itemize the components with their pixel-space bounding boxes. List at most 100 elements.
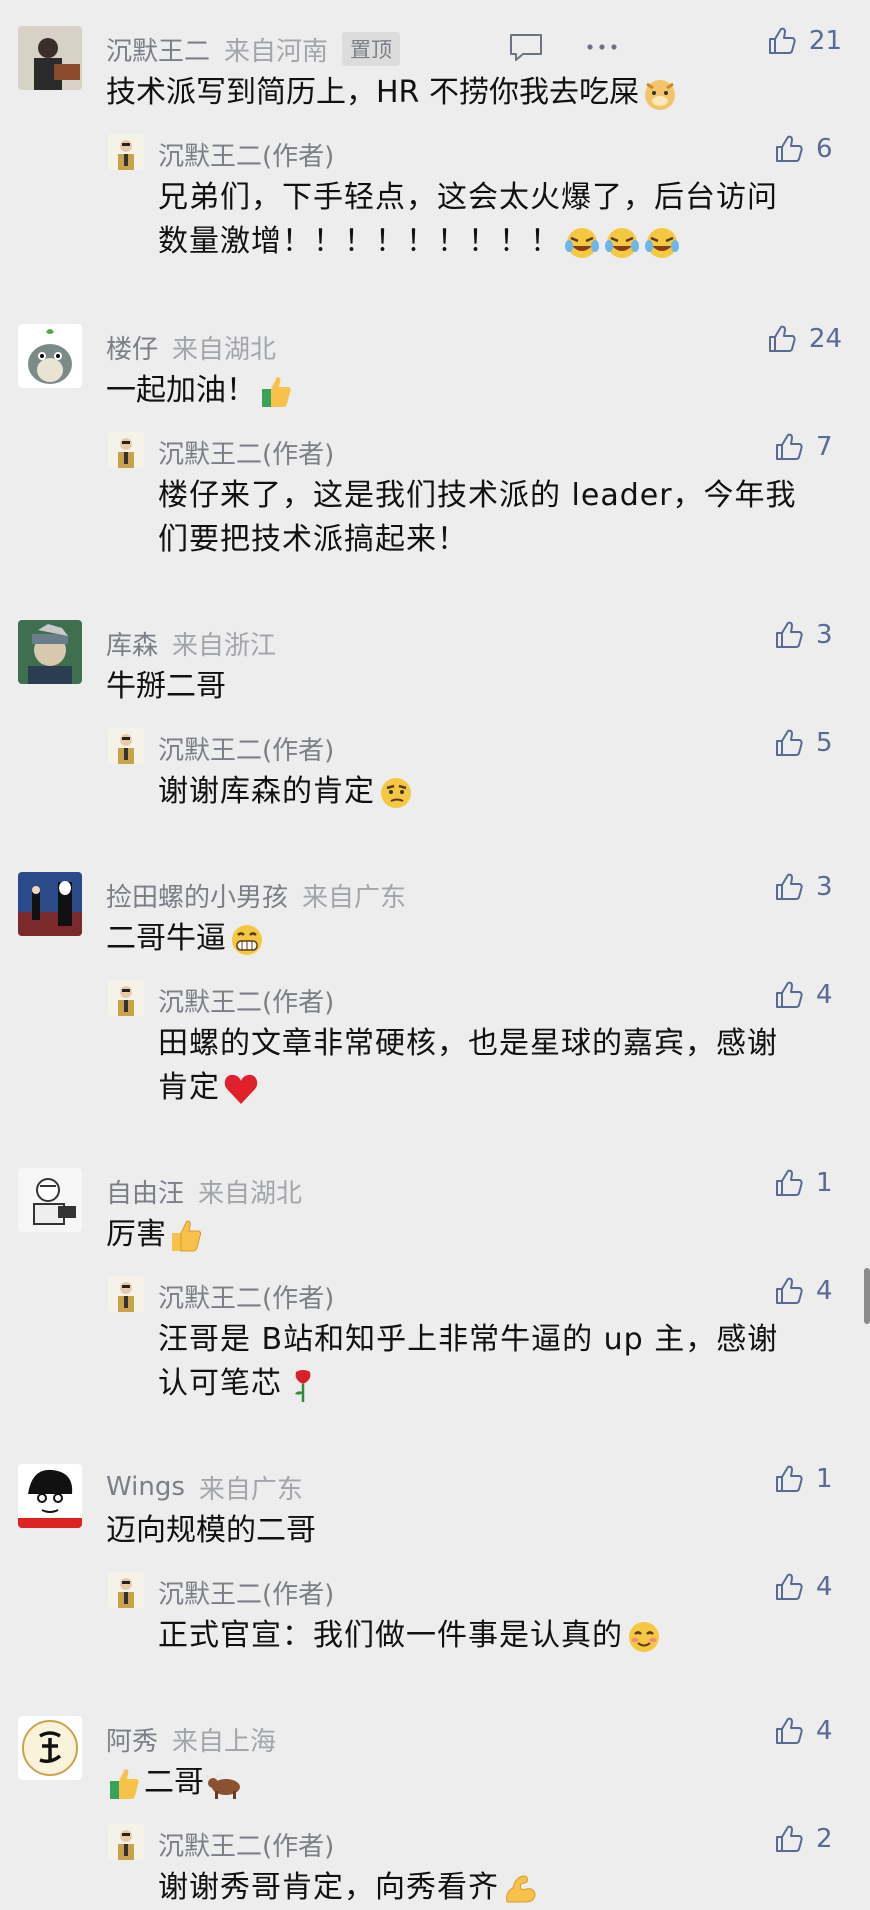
reply-text-line: 楼仔来了，这是我们技术派的 leader，今年我 <box>158 478 797 513</box>
reply-text: 兄弟们，下手轻点，这会太火爆了，后台访问 数量激增！！！！！！！！！ <box>158 176 842 264</box>
doge-emoji-icon <box>644 79 675 110</box>
like-count: 3 <box>816 872 833 902</box>
comment-text: 迈向规模的二哥 <box>106 1513 316 1548</box>
reply-text-line: 谢谢秀哥肯定，向秀看齐 <box>158 1866 842 1910</box>
reply-author-name[interactable]: 沉默王二(作者) <box>158 434 334 471</box>
reply-text: 谢谢秀哥肯定，向秀看齐 <box>158 1866 842 1910</box>
commenter-name[interactable]: 自由汪 <box>106 1173 184 1210</box>
reply-text-line: 田螺的文章非常硬核，也是星球的嘉宾，感谢 <box>158 1026 778 1061</box>
reply-text-line: 数量激增！！！！！！！！！ <box>158 220 842 264</box>
reply-like-button[interactable]: 4 <box>774 1572 842 1602</box>
reply-author-name[interactable]: 沉默王二(作者) <box>158 1278 334 1315</box>
pinned-badge: 置顶 <box>342 32 401 66</box>
reply-text-line: 汪哥是 B站和知乎上非常牛逼的 up 主，感谢 <box>158 1322 779 1357</box>
reply-text: 正式官宣：我们做一件事是认真的 <box>158 1614 842 1658</box>
flushed-smile-emoji-icon <box>629 1621 659 1652</box>
comment-text-content: 技术派写到简历上，HR 不捞你我去吃屎 <box>106 75 639 110</box>
avatar[interactable] <box>18 26 82 90</box>
author-avatar[interactable] <box>108 1276 144 1312</box>
comment-location: 来自河南 <box>224 36 329 67</box>
reply-like-count: 5 <box>816 728 833 758</box>
comment-location: 来自广东 <box>198 1474 303 1505</box>
rose-emoji-icon <box>295 1369 311 1402</box>
like-count: 21 <box>808 26 842 56</box>
comment-text: 厉害 <box>106 1212 206 1258</box>
reply-like-count: 4 <box>816 1276 833 1306</box>
like-count: 4 <box>816 1716 833 1746</box>
comment-location: 来自广东 <box>302 882 407 913</box>
crying-laughing-emoji-icon <box>645 227 679 258</box>
scrollbar[interactable] <box>864 1268 870 1324</box>
thumb-up-icon <box>774 980 804 1010</box>
avatar[interactable] <box>18 872 82 936</box>
reply-author-name[interactable]: 沉默王二(作者) <box>158 1826 334 1863</box>
like-button[interactable]: 24 <box>767 324 842 354</box>
author-avatar[interactable] <box>108 728 144 764</box>
reply-like-count: 4 <box>816 1572 833 1602</box>
comment-location: 来自湖北 <box>172 334 277 365</box>
comment-location: 来自上海 <box>172 1726 277 1757</box>
like-button[interactable]: 21 <box>767 26 842 56</box>
comment-icon[interactable] <box>508 32 548 64</box>
author-avatar[interactable] <box>108 980 144 1016</box>
reply-text: 楼仔来了，这是我们技术派的 leader，今年我 们要把技术派搞起来！ <box>158 474 842 562</box>
reply-text-line: 谢谢库森的肯定 <box>158 770 842 814</box>
author-avatar[interactable] <box>108 134 144 170</box>
reply-author-name[interactable]: 沉默王二(作者) <box>158 982 334 1019</box>
commenter-name[interactable]: 沉默王二 <box>106 31 210 68</box>
reply-like-button[interactable]: 5 <box>774 728 842 758</box>
commenter-name[interactable]: 库森 <box>106 625 158 662</box>
avatar[interactable] <box>18 1716 82 1780</box>
thumb-up-icon <box>774 432 804 462</box>
reply-text-line: 正式官宣：我们做一件事是认真的 <box>158 1614 842 1658</box>
crying-laughing-emoji-icon <box>605 227 639 258</box>
reply-author-name[interactable]: 沉默王二(作者) <box>158 730 334 767</box>
more-icon[interactable] <box>584 32 624 64</box>
thumb-up-icon <box>767 324 797 354</box>
reply-text: 谢谢库森的肯定 <box>158 770 842 814</box>
like-button[interactable]: 1 <box>774 1464 842 1494</box>
reply-like-button[interactable]: 2 <box>774 1824 842 1854</box>
reply-text: 田螺的文章非常硬核，也是星球的嘉宾，感谢 肯定 <box>158 1022 842 1110</box>
crying-laughing-emoji-icon <box>565 227 599 258</box>
avatar[interactable] <box>18 1168 82 1232</box>
reply-like-button[interactable]: 6 <box>774 134 842 164</box>
reply-like-button[interactable]: 4 <box>774 980 842 1010</box>
comment-text-content: 一起加油！ <box>106 373 256 408</box>
ox-emoji-icon <box>206 1773 240 1799</box>
author-avatar[interactable] <box>108 1824 144 1860</box>
thumb-up-icon <box>774 1716 804 1746</box>
author-avatar[interactable] <box>108 1572 144 1608</box>
like-button[interactable]: 1 <box>774 1168 842 1198</box>
like-count: 1 <box>816 1464 833 1494</box>
like-count: 1 <box>816 1168 833 1198</box>
avatar[interactable] <box>18 1464 82 1528</box>
comment-text: 二哥牛逼 <box>106 916 266 962</box>
commenter-name[interactable]: Wings <box>106 1472 185 1502</box>
reply-like-count: 6 <box>816 134 833 164</box>
author-avatar[interactable] <box>108 432 144 468</box>
commenter-name[interactable]: 捡田螺的小男孩 <box>106 877 288 914</box>
comment-text: 技术派写到简历上，HR 不捞你我去吃屎 <box>106 70 679 116</box>
reply-text: 汪哥是 B站和知乎上非常牛逼的 up 主，感谢 认可笔芯 <box>158 1318 842 1406</box>
reply-like-button[interactable]: 7 <box>774 432 842 462</box>
reply-author-name[interactable]: 沉默王二(作者) <box>158 1574 334 1611</box>
comment-text: 牛掰二哥 <box>106 669 226 704</box>
flexed-biceps-emoji-icon <box>506 1874 536 1902</box>
thumbs-up-emoji-icon <box>172 1219 202 1251</box>
reply-text-line: 们要把技术派搞起来！ <box>158 522 468 557</box>
reply-like-button[interactable]: 4 <box>774 1276 842 1306</box>
reply-like-count: 4 <box>816 980 833 1010</box>
like-button[interactable]: 3 <box>774 872 842 902</box>
thumb-up-icon <box>774 728 804 758</box>
avatar[interactable] <box>18 324 82 388</box>
red-heart-emoji-icon <box>224 1074 258 1104</box>
commenter-name[interactable]: 楼仔 <box>106 329 158 366</box>
like-button[interactable]: 4 <box>774 1716 842 1746</box>
avatar[interactable] <box>18 620 82 684</box>
thumb-up-icon <box>767 26 797 56</box>
reply-author-name[interactable]: 沉默王二(作者) <box>158 136 334 173</box>
like-button[interactable]: 3 <box>774 620 842 650</box>
commenter-name[interactable]: 阿秀 <box>106 1721 158 1758</box>
thumb-up-icon <box>774 1464 804 1494</box>
